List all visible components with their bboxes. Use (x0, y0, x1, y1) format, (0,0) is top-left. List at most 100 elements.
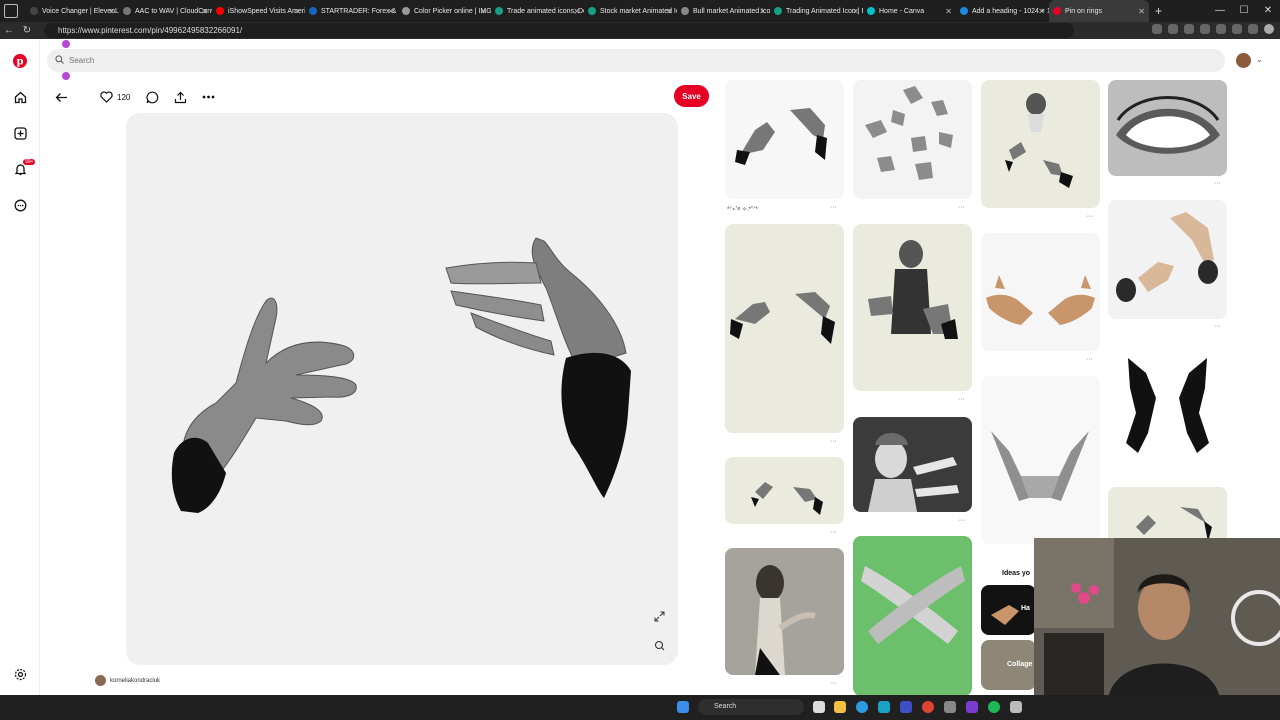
minimize-button[interactable]: — (1208, 0, 1232, 22)
file-explorer-icon[interactable] (834, 701, 846, 713)
pin-more-icon[interactable]: ··· (1214, 180, 1221, 187)
pin-more-icon[interactable]: ··· (958, 517, 965, 524)
related-pin-card[interactable] (1108, 343, 1227, 459)
related-pin-card[interactable] (981, 376, 1100, 544)
back-nav-icon[interactable]: ← (0, 25, 18, 36)
creator-link[interactable]: korneliakondracluk (95, 675, 160, 686)
app-icon[interactable] (1010, 701, 1022, 713)
related-pin-card[interactable] (853, 224, 972, 391)
pinterest-logo-icon[interactable]: p (12, 53, 28, 69)
user-avatar[interactable] (1236, 53, 1251, 68)
pin-more-icon[interactable]: ··· (830, 529, 837, 536)
tab-close-icon[interactable]: ✕ (108, 7, 115, 16)
tab-favicon-icon (774, 7, 782, 15)
browser-tab[interactable]: Home - Canva ✕ (863, 0, 956, 22)
close-window-button[interactable]: ✕ (1256, 0, 1280, 22)
pin-more-icon[interactable]: ··· (958, 396, 965, 403)
tab-close-icon[interactable]: ✕ (945, 7, 952, 16)
pin-more-icon[interactable]: ··· (1086, 213, 1093, 220)
extension-icon[interactable] (1168, 24, 1178, 34)
task-view-icon[interactable] (813, 701, 825, 713)
tab-close-icon[interactable]: ✕ (573, 7, 580, 16)
extension-icon[interactable] (1200, 24, 1210, 34)
extension-icon[interactable] (1152, 24, 1162, 34)
new-tab-button[interactable]: + (1155, 4, 1162, 18)
app-r-icon[interactable] (966, 701, 978, 713)
related-pin-card[interactable] (853, 417, 972, 512)
pin-more-icon[interactable]: ··· (1086, 356, 1093, 363)
tab-close-icon[interactable]: ✕ (666, 7, 673, 16)
profile-icon[interactable] (1264, 24, 1274, 34)
edge-browser-icon[interactable] (856, 701, 868, 713)
extension-icon[interactable] (1216, 24, 1226, 34)
create-icon[interactable] (12, 125, 28, 141)
browser-tab[interactable]: Stock market Animated Ico ✕ (584, 0, 677, 22)
browser-tab[interactable]: iShowSpeed Visits America ✕ (212, 0, 305, 22)
related-pin-card[interactable] (853, 536, 972, 695)
back-arrow-icon[interactable] (55, 87, 68, 107)
tab-close-icon[interactable]: ✕ (294, 7, 301, 16)
extension-icon[interactable] (1232, 24, 1242, 34)
browser-tab[interactable]: Voice Changer | ElevenLabs✕ (26, 0, 119, 22)
browser-tab[interactable]: Trading Animated Icon | F ✕ (770, 0, 863, 22)
visual-search-icon[interactable] (651, 637, 667, 653)
tab-close-icon[interactable]: ✕ (387, 7, 394, 16)
pin-more-icon[interactable]: ··· (830, 204, 837, 211)
reload-icon[interactable]: ↻ (18, 25, 36, 36)
related-pin-card[interactable] (853, 80, 972, 199)
browser-tab[interactable]: Trade animated icons, Des ✕ (491, 0, 584, 22)
pin-main-image[interactable] (126, 113, 678, 665)
related-pin-card[interactable] (1108, 80, 1227, 176)
tab-actions-icon[interactable] (4, 4, 18, 18)
tab-favicon-icon (402, 7, 410, 15)
spotify-icon[interactable] (988, 701, 1000, 713)
account-chevron-down-icon[interactable]: ⌄ (1256, 55, 1263, 64)
messages-icon[interactable] (12, 197, 28, 213)
browser-tab[interactable]: Pin on rings ✕ (1049, 0, 1149, 22)
pin-more-icon[interactable]: ··· (830, 438, 837, 445)
pin-more-icon[interactable]: ··· (830, 680, 837, 687)
extension-icon[interactable] (1248, 24, 1258, 34)
expand-icon[interactable] (651, 608, 667, 624)
chrome-icon[interactable] (922, 701, 934, 713)
app-l-icon[interactable] (900, 701, 912, 713)
app-icon[interactable] (944, 701, 956, 713)
pin-more-icon[interactable]: ··· (1214, 323, 1221, 330)
share-icon[interactable] (174, 87, 187, 107)
related-pin-card[interactable] (981, 233, 1100, 351)
comment-icon[interactable] (146, 87, 159, 107)
tab-close-icon[interactable]: ✕ (759, 7, 766, 16)
like-button[interactable]: 120 (100, 87, 130, 107)
browser-tab[interactable]: AAC to WAV | CloudConvert✕ (119, 0, 212, 22)
related-pin-card[interactable] (981, 80, 1100, 208)
browser-tab[interactable]: Color Picker online | IMG ✕ (398, 0, 491, 22)
save-button[interactable]: Save (674, 85, 709, 107)
tab-close-icon[interactable]: ✕ (852, 7, 859, 16)
tab-close-icon[interactable]: ✕ (1138, 7, 1145, 16)
more-options-icon[interactable] (202, 87, 215, 107)
related-pin-card[interactable] (1108, 200, 1227, 319)
url-field[interactable]: https://www.pinterest.com/pin/4996249583… (44, 23, 1074, 38)
decorative-dot (62, 72, 70, 80)
related-pin-card[interactable] (725, 80, 844, 199)
browser-tab-bar: Voice Changer | ElevenLabs✕AAC to WAV | … (0, 0, 1280, 22)
home-icon[interactable] (12, 89, 28, 105)
related-pin-card[interactable] (725, 457, 844, 524)
browser-tab[interactable]: Bull market Animated Icon ✕ (677, 0, 770, 22)
taskbar-search-box[interactable]: Search (698, 699, 804, 715)
related-pin-card[interactable] (725, 548, 844, 675)
search-input[interactable] (69, 56, 1225, 65)
search-bar[interactable] (47, 49, 1225, 72)
extension-icon[interactable] (1184, 24, 1194, 34)
tab-close-icon[interactable]: ✕ (201, 7, 208, 16)
browser-tab[interactable]: STARTRADER: Forex & CFD✕ (305, 0, 398, 22)
tab-close-icon[interactable]: ✕ (480, 7, 487, 16)
start-menu-icon[interactable] (677, 701, 689, 713)
tab-close-icon[interactable]: ✕ (1038, 7, 1045, 16)
settings-gear-icon[interactable] (12, 666, 28, 682)
pin-more-icon[interactable]: ··· (958, 204, 965, 211)
browser-tab[interactable]: Add a heading - 1024 × 1 ✕ (956, 0, 1049, 22)
maximize-button[interactable]: ☐ (1232, 0, 1256, 22)
vscode-icon[interactable] (878, 701, 890, 713)
related-pin-card[interactable] (725, 224, 844, 433)
